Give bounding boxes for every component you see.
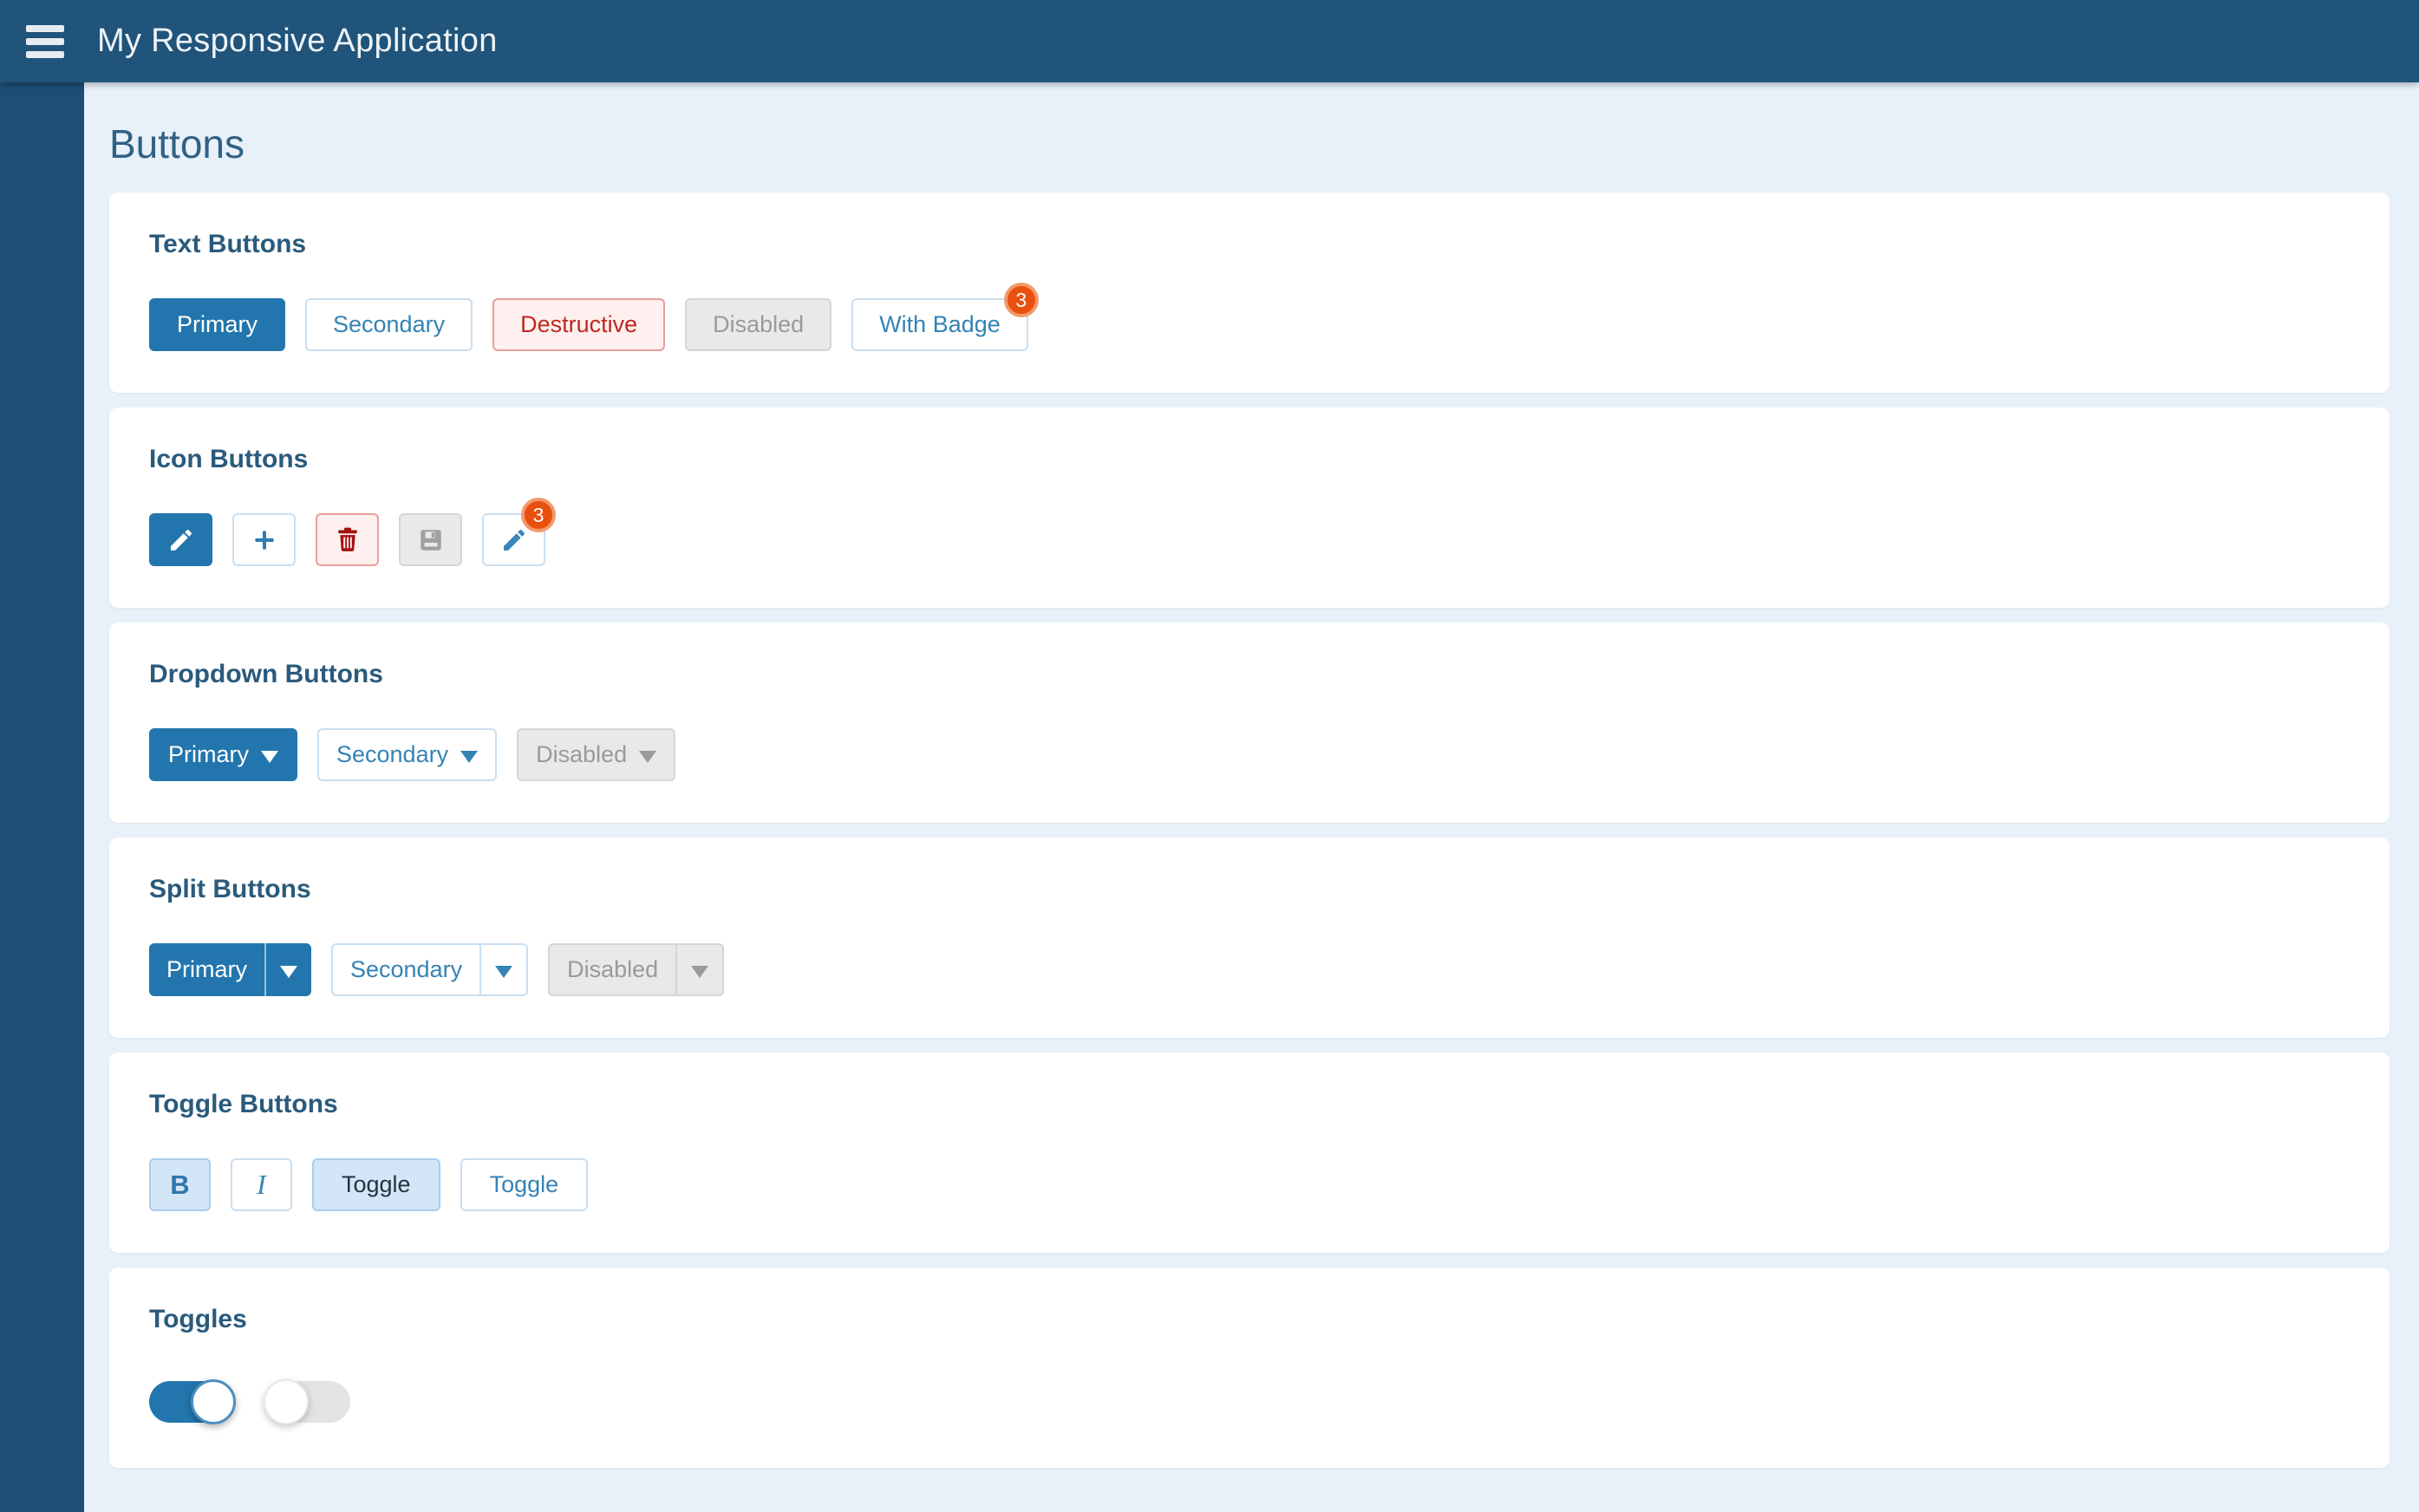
text-buttons-card: Text Buttons Primary Secondary Destructi…: [109, 192, 2390, 393]
primary-split-action[interactable]: Primary: [149, 943, 266, 996]
toggle-button-unpressed[interactable]: Toggle: [460, 1158, 589, 1211]
trash-icon: [337, 527, 357, 551]
top-bar: My Responsive Application: [0, 0, 2419, 82]
secondary-split-button: Secondary: [331, 943, 529, 996]
dropdown-buttons-row: Primary Secondary Disabled: [149, 728, 2350, 781]
caret-down-icon: [460, 751, 479, 763]
toggle-buttons-row: B I Toggle Toggle: [149, 1158, 2350, 1211]
switch-knob: [191, 1379, 236, 1424]
icon-buttons-row: 3: [149, 498, 2350, 566]
caret-down-icon: [280, 966, 297, 978]
app-title: My Responsive Application: [97, 23, 498, 59]
toggles-row: [149, 1373, 2350, 1426]
disabled-split-menu: [677, 945, 722, 994]
toggles-card: Toggles: [109, 1268, 2390, 1468]
primary-button[interactable]: Primary: [149, 298, 285, 351]
italic-toggle-button[interactable]: I: [231, 1158, 292, 1211]
notification-badge: 3: [521, 498, 556, 532]
toggle-switch-on[interactable]: [149, 1379, 236, 1424]
notification-badge: 3: [1003, 283, 1039, 317]
edit-badge-icon-button[interactable]: 3: [482, 498, 556, 566]
add-icon-button[interactable]: [232, 513, 296, 566]
section-title-dropdown-buttons: Dropdown Buttons: [149, 660, 383, 688]
page-title: Buttons: [109, 121, 245, 166]
secondary-dropdown-button[interactable]: Secondary: [317, 728, 498, 781]
secondary-button[interactable]: Secondary: [305, 298, 473, 351]
pencil-icon: [503, 529, 525, 551]
destructive-button[interactable]: Destructive: [492, 298, 666, 351]
caret-down-icon: [691, 966, 709, 978]
split-buttons-card: Split Buttons Primary Secondary Disabled: [109, 837, 2390, 1038]
caret-down-icon: [495, 966, 513, 978]
bold-toggle-button[interactable]: B: [149, 1158, 211, 1211]
secondary-split-action[interactable]: Secondary: [333, 945, 482, 994]
menu-button[interactable]: [26, 24, 66, 58]
icon-buttons-card: Icon Buttons 3: [109, 407, 2390, 608]
plus-icon: [254, 530, 274, 550]
secondary-split-menu[interactable]: [481, 945, 526, 994]
toggle-buttons-card: Toggle Buttons B I Toggle Toggle: [109, 1053, 2390, 1253]
hamburger-icon: [26, 24, 64, 32]
caret-down-icon: [639, 751, 657, 763]
section-title-toggles: Toggles: [149, 1305, 247, 1333]
toggle-switch-off[interactable]: [264, 1379, 350, 1424]
toggle-button-pressed[interactable]: Toggle: [312, 1158, 440, 1211]
main-content: Buttons Text Buttons Primary Secondary D…: [84, 82, 2419, 1512]
with-badge-button[interactable]: With Badge 3: [851, 283, 1039, 351]
section-title-icon-buttons: Icon Buttons: [149, 445, 309, 473]
save-icon: [420, 529, 441, 551]
disabled-split-button: Disabled: [548, 943, 725, 996]
section-title-split-buttons: Split Buttons: [149, 875, 311, 903]
with-badge-label: With Badge: [879, 311, 1001, 337]
disabled-button: Disabled: [685, 298, 832, 351]
split-buttons-row: Primary Secondary Disabled: [149, 943, 2350, 996]
save-icon-button: [399, 513, 462, 566]
disabled-split-action: Disabled: [550, 945, 678, 994]
dropdown-buttons-card: Dropdown Buttons Primary Secondary Disab…: [109, 622, 2390, 823]
section-title-toggle-buttons: Toggle Buttons: [149, 1090, 338, 1118]
disabled-dropdown-button: Disabled: [517, 728, 676, 781]
delete-icon-button[interactable]: [316, 513, 379, 566]
primary-split-button: Primary: [149, 943, 311, 996]
pencil-icon: [170, 529, 192, 551]
caret-down-icon: [261, 751, 278, 763]
sidebar: [0, 82, 84, 1512]
text-buttons-row: Primary Secondary Destructive Disabled W…: [149, 283, 2350, 351]
switch-knob: [264, 1379, 309, 1424]
edit-icon-button[interactable]: [149, 513, 212, 566]
primary-split-menu[interactable]: [266, 943, 311, 996]
section-title-text-buttons: Text Buttons: [149, 230, 307, 258]
primary-dropdown-button[interactable]: Primary: [149, 728, 297, 781]
